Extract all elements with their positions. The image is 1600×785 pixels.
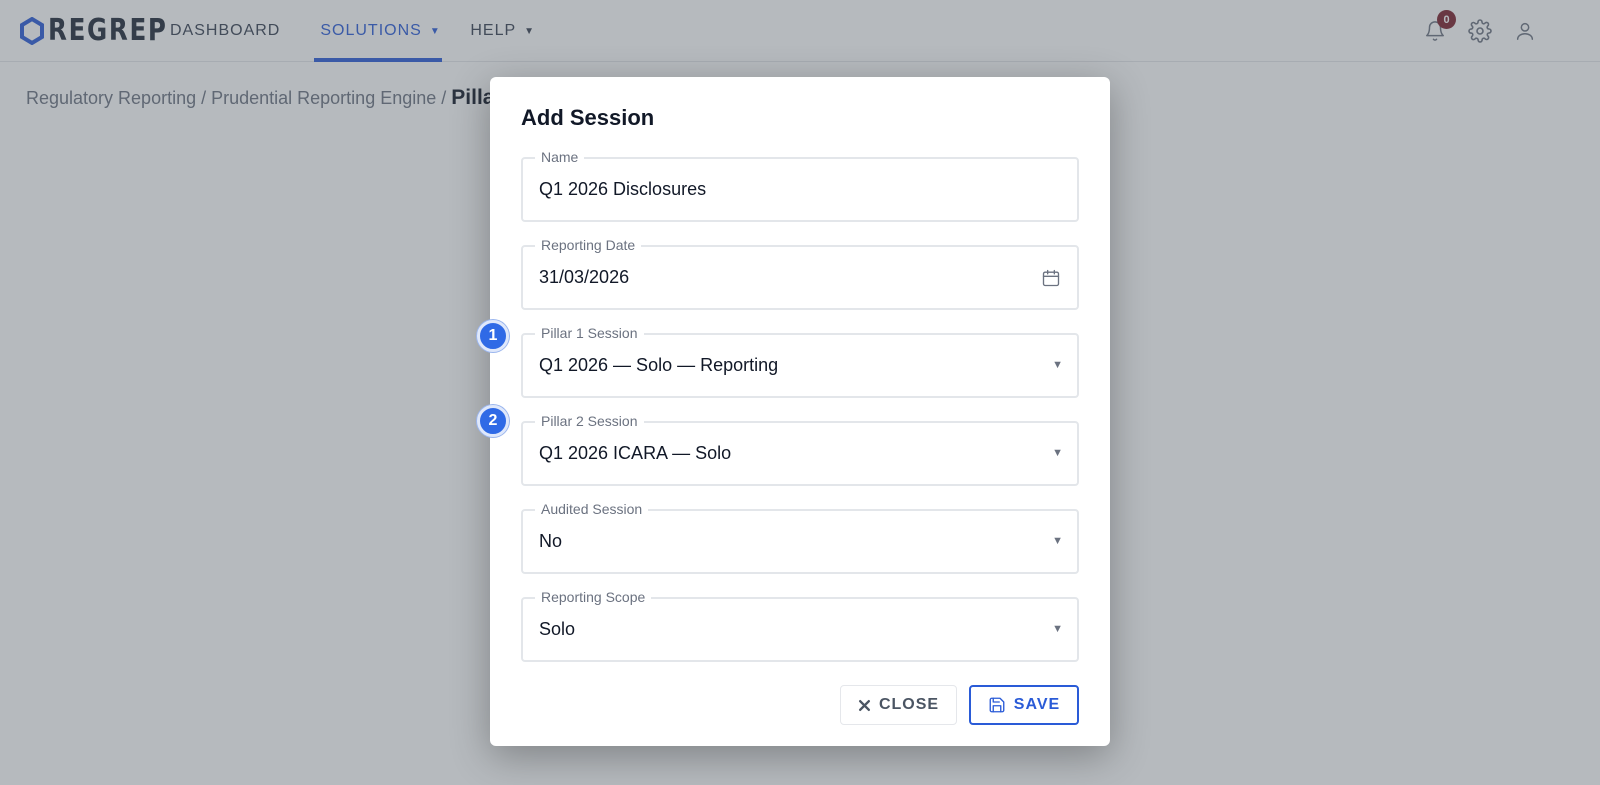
close-button[interactable]: CLOSE [840, 685, 957, 725]
step-marker-1: 1 [477, 320, 509, 352]
reporting-scope-select[interactable]: Reporting Scope Solo ▼ [521, 588, 1079, 662]
chevron-down-icon: ▼ [1052, 623, 1063, 635]
pillar-1-session-select[interactable]: Pillar 1 Session Q1 2026 — Solo — Report… [521, 324, 1079, 398]
pillar-2-session-value: Q1 2026 ICARA — Solo [539, 443, 732, 463]
calendar-icon[interactable] [1041, 268, 1061, 288]
audited-session-value: No [539, 531, 563, 551]
audited-session-select[interactable]: Audited Session No ▼ [521, 500, 1079, 574]
close-button-label: CLOSE [878, 696, 940, 713]
save-button-label: SAVE [1013, 696, 1061, 713]
reporting-date-value: 31/03/2026 [539, 267, 630, 287]
chevron-down-icon: ▼ [1052, 359, 1063, 371]
chevron-down-icon: ▼ [1052, 535, 1063, 547]
dialog-title: Add Session [521, 105, 655, 130]
chevron-down-icon: ▼ [1052, 447, 1063, 459]
reporting-date-field[interactable]: Reporting Date 31/03/2026 [521, 236, 1079, 310]
save-button[interactable]: SAVE [969, 685, 1079, 725]
add-session-dialog: Add Session Name Q1 2026 Disclosures Rep… [477, 77, 1110, 746]
save-icon [988, 696, 1006, 714]
name-field[interactable]: Name Q1 2026 Disclosures [521, 148, 1079, 222]
close-icon [858, 699, 871, 712]
name-field-value: Q1 2026 Disclosures [539, 179, 707, 199]
pillar-2-session-select[interactable]: Pillar 2 Session Q1 2026 ICARA — Solo ▼ [521, 412, 1079, 486]
reporting-scope-value: Solo [539, 619, 576, 639]
step-marker-2: 2 [477, 405, 509, 437]
pillar-1-session-value: Q1 2026 — Solo — Reporting [539, 355, 779, 375]
